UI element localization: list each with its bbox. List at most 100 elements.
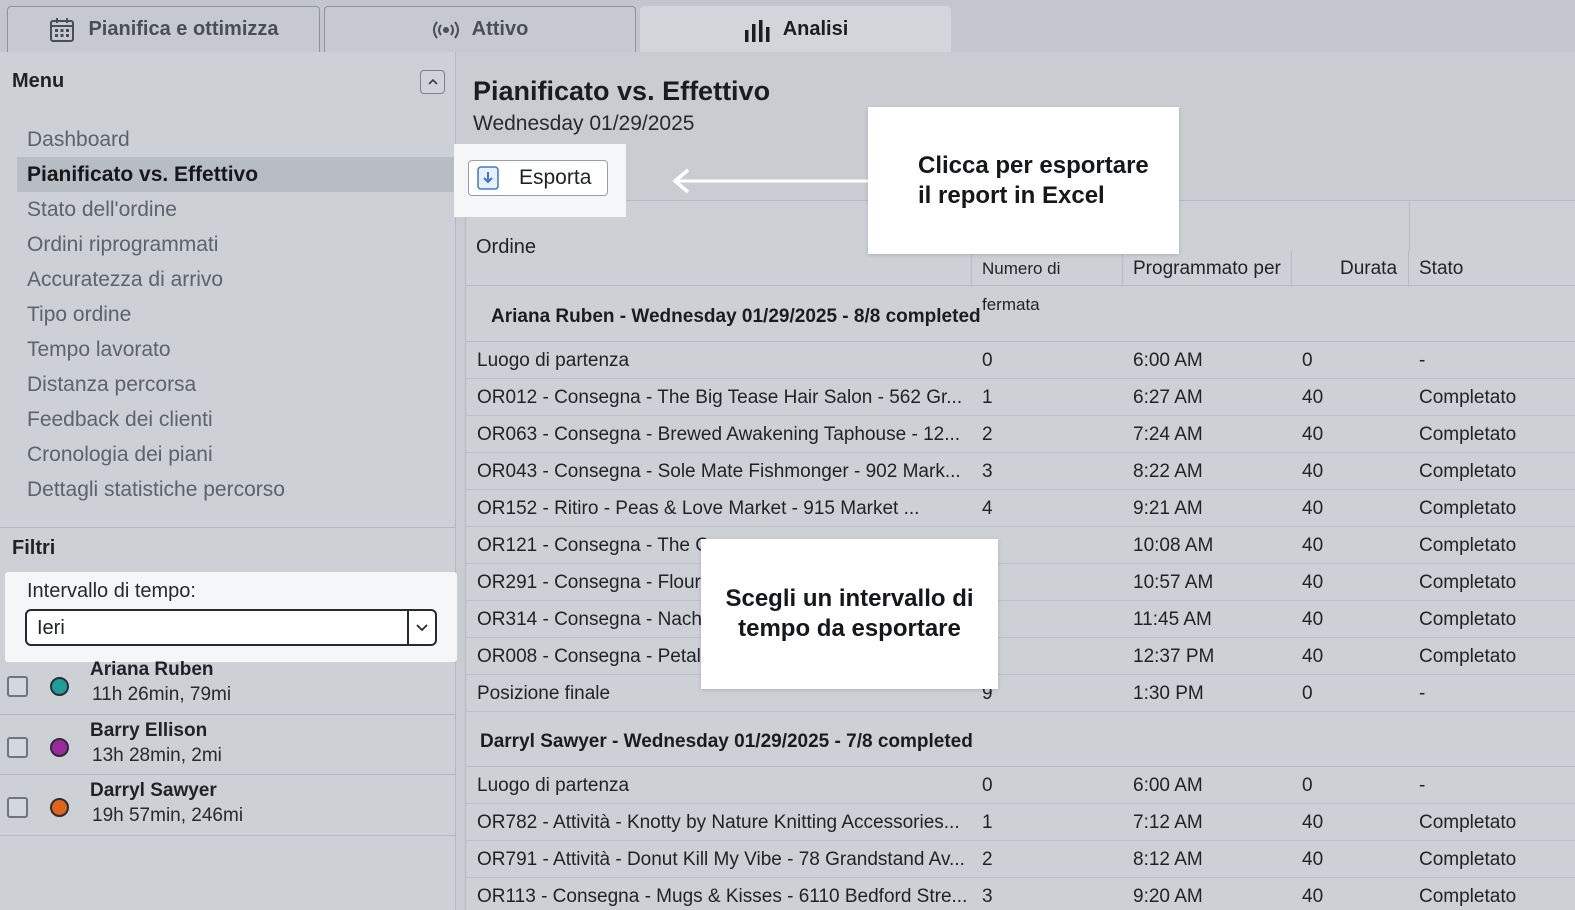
cell-scheduled: 10:08 AM: [1133, 535, 1214, 556]
cell-status: Completato: [1419, 812, 1517, 833]
cell-order: OR152 - Ritiro - Peas & Love Market - 91…: [477, 498, 920, 519]
driver-checkbox[interactable]: [7, 737, 28, 758]
menu-item-order-type[interactable]: Tipo ordine: [17, 297, 456, 332]
time-range-filter: Intervallo di tempo: Ieri: [5, 572, 457, 662]
table-row[interactable]: Luogo di partenza 0 6:00 AM 0 -: [466, 342, 1575, 379]
cell-status: -: [1419, 683, 1426, 704]
driver-row: Barry Ellison 13h 28min, 2mi: [0, 716, 456, 776]
driver-checkbox[interactable]: [7, 797, 28, 818]
cell-status: Completato: [1419, 572, 1517, 593]
filters-title: Filtri: [12, 537, 56, 559]
cell-scheduled: 11:45 AM: [1133, 609, 1212, 630]
cell-status: Completato: [1419, 424, 1517, 445]
cell-scheduled: 8:22 AM: [1133, 461, 1203, 482]
cell-stop: 2: [982, 424, 993, 445]
cell-duration: 0: [1302, 775, 1313, 796]
column-header-duration[interactable]: Durata: [1291, 251, 1408, 287]
cell-duration: 40: [1302, 812, 1324, 833]
cell-status: Completato: [1419, 387, 1517, 408]
table-row[interactable]: OR012 - Consegna - The Big Tease Hair Sa…: [466, 379, 1575, 416]
sidebar: Menu Dashboard Pianificato vs. Effettivo…: [0, 52, 457, 910]
menu-item-order-status[interactable]: Stato dell'ordine: [17, 192, 456, 227]
page-title: Pianificato vs. Effettivo: [473, 76, 771, 106]
cell-scheduled: 12:37 PM: [1133, 646, 1215, 667]
collapse-menu-button[interactable]: [420, 70, 445, 94]
driver-checkbox[interactable]: [7, 676, 28, 697]
cell-duration: 40: [1302, 461, 1324, 482]
cell-stop: 1: [982, 812, 993, 833]
cell-order: OR008 - Consegna - Petale: [477, 646, 712, 667]
cell-status: Completato: [1419, 609, 1517, 630]
driver-row: Ariana Ruben 11h 26min, 79mi: [0, 655, 456, 715]
driver-stats: 11h 26min, 79mi: [92, 684, 232, 705]
cell-order: OR314 - Consegna - Nachr: [477, 609, 709, 630]
table-row[interactable]: Posizione finale 9 1:30 PM 0-: [466, 675, 1575, 712]
cell-scheduled: 10:57 AM: [1133, 572, 1214, 593]
driver-stats: 19h 57min, 246mi: [92, 805, 244, 826]
divider: [1409, 201, 1410, 251]
group-title: Darryl Sawyer - Wednesday 01/29/2025 - 7…: [480, 731, 973, 752]
export-label: Esporta: [519, 166, 592, 189]
cell-order: OR043 - Consegna - Sole Mate Fishmonger …: [477, 461, 961, 482]
cell-scheduled: 9:21 AM: [1133, 498, 1203, 519]
cell-status: Completato: [1419, 886, 1517, 907]
cell-status: -: [1419, 350, 1426, 371]
cell-scheduled: 8:12 AM: [1133, 849, 1203, 870]
arrow-left-icon: [672, 168, 870, 194]
time-range-value: Ieri: [37, 617, 65, 639]
cell-duration: 40: [1302, 849, 1324, 870]
divider: [0, 714, 456, 715]
divider: [0, 774, 456, 775]
table-row[interactable]: Luogo di partenza 0 6:00 AM 0 -: [466, 767, 1575, 804]
menu-item-dashboard[interactable]: Dashboard: [17, 122, 456, 157]
table-row[interactable]: OR291 - Consegna - Flourr 10:57 AM 40 Compl…: [466, 564, 1575, 601]
driver-row: Darryl Sawyer 19h 57min, 246mi: [0, 776, 456, 836]
column-header-stop[interactable]: Numero di fermata: [971, 251, 1122, 314]
top-tab-bar: Pianifica e ottimizza Attivo Analisi: [0, 0, 1575, 52]
cell-order: OR791 - Attività - Donut Kill My Vibe - …: [477, 849, 965, 870]
driver-name: Barry Ellison: [90, 720, 208, 741]
chevron-up-icon: [427, 78, 438, 85]
menu-item-planned-vs-actual[interactable]: Pianificato vs. Effettivo: [17, 157, 456, 192]
tab-analytics[interactable]: Analisi: [640, 6, 951, 52]
table-row[interactable]: OR791 - Attività - Donut Kill My Vibe - …: [466, 841, 1575, 878]
export-button[interactable]: Esporta: [468, 160, 608, 196]
menu-item-rescheduled-orders[interactable]: Ordini riprogrammati: [17, 227, 456, 262]
cell-duration: 40: [1302, 387, 1324, 408]
tab-plan-optimize[interactable]: Pianifica e ottimizza: [7, 6, 320, 52]
time-range-callout-text: Scegli un intervallo di tempo da esporta…: [725, 585, 974, 642]
time-range-label: Intervallo di tempo:: [27, 580, 196, 602]
cell-duration: 0: [1302, 683, 1313, 704]
divider: [0, 527, 456, 528]
menu-item-arrival-accuracy[interactable]: Accuratezza di arrivo: [17, 262, 456, 297]
menu-item-distance-traveled[interactable]: Distanza percorsa: [17, 367, 456, 402]
table-row[interactable]: OR063 - Consegna - Brewed Awakening Taph…: [466, 416, 1575, 453]
report-table: Ordine Numero di fermata Programmato per…: [465, 200, 1575, 910]
download-file-icon: [477, 166, 499, 190]
table-row[interactable]: OR043 - Consegna - Sole Mate Fishmonger …: [466, 453, 1575, 490]
table-row[interactable]: OR152 - Ritiro - Peas & Love Market - 91…: [466, 490, 1575, 527]
cell-stop: 3: [982, 461, 993, 482]
column-header-scheduled[interactable]: Programmato per: [1122, 251, 1291, 287]
column-header-status[interactable]: Stato: [1408, 251, 1575, 287]
tab-label: Pianifica e ottimizza: [88, 18, 279, 40]
menu-item-time-worked[interactable]: Tempo lavorato: [17, 332, 456, 367]
group-title: Ariana Ruben - Wednesday 01/29/2025 - 8/…: [491, 306, 981, 327]
cell-stop: 1: [982, 387, 993, 408]
table-row[interactable]: OR314 - Consegna - Nachr 11:45 AM 40 Comple…: [466, 601, 1575, 638]
driver-color-dot: [50, 798, 69, 817]
menu-item-customer-feedback[interactable]: Feedback dei clienti: [17, 402, 456, 437]
chevron-down-icon[interactable]: [407, 611, 435, 644]
column-header-order[interactable]: Ordine: [476, 236, 536, 259]
tab-active[interactable]: Attivo: [324, 6, 636, 52]
menu-item-route-stats[interactable]: Dettagli statistiche percorso: [17, 472, 456, 507]
table-row[interactable]: OR782 - Attività - Knotty by Nature Knit…: [466, 804, 1575, 841]
table-row[interactable]: OR121 - Consegna - The C 10:08 AM 40 Comple…: [466, 527, 1575, 564]
divider: [0, 835, 456, 836]
table-row[interactable]: OR008 - Consegna - Petale 12:37 PM 40 Compl…: [466, 638, 1575, 675]
time-range-select[interactable]: Ieri: [25, 609, 437, 646]
time-range-callout: Scegli un intervallo di tempo da esporta…: [701, 539, 998, 689]
menu-item-plan-history[interactable]: Cronologia dei piani: [17, 437, 456, 472]
table-row[interactable]: OR113 - Consegna - Mugs & Kisses - 6110 …: [466, 878, 1575, 910]
driver-color-dot: [50, 738, 69, 757]
